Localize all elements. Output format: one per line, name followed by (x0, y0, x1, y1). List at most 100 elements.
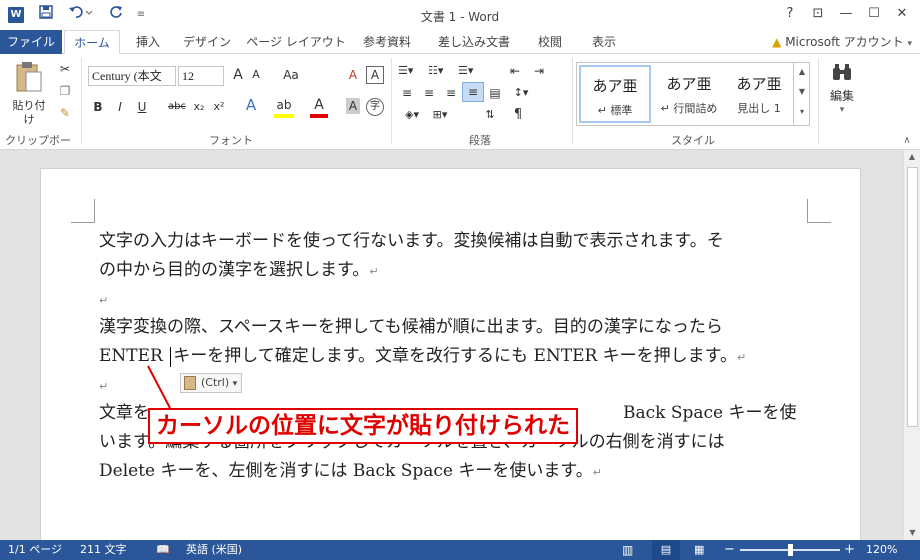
help-button[interactable]: ? (778, 4, 802, 24)
scroll-thumb[interactable] (907, 167, 918, 427)
bullets-icon[interactable]: ☰▾ (398, 62, 424, 80)
justify-icon[interactable]: ≡ (462, 82, 484, 102)
highlight-button[interactable]: ab (274, 96, 294, 118)
distribute-icon[interactable]: ▤ (486, 84, 504, 102)
editing-button[interactable]: 編集 ▾ (826, 62, 858, 122)
text-effects-button[interactable]: A (242, 96, 260, 114)
style-sample: あア亜 (592, 77, 638, 95)
strikethrough-button[interactable]: abc (166, 98, 188, 116)
italic-button[interactable]: I (112, 98, 128, 116)
ribbon-separator (391, 58, 392, 144)
proofing-icon[interactable]: 📖 (156, 540, 170, 560)
bold-button[interactable]: B (90, 98, 106, 116)
status-bar: 1/1 ページ 211 文字 📖 英語 (米国) ▥ ▤ ▦ − + 120% (0, 540, 920, 560)
scroll-down-icon[interactable]: ▼ (904, 526, 920, 540)
document-page[interactable]: 文字の入力はキーボードを使って行ないます。変換候補は自動で表示されます。そ の中… (40, 168, 861, 548)
text-run: ソルの右側を消すには (554, 432, 725, 452)
numbering-icon[interactable]: ☷▾ (428, 62, 454, 80)
styles-gallery-scroll[interactable]: ▲ ▼ ▾ (793, 62, 810, 126)
read-mode-icon[interactable]: ▥ (622, 540, 633, 560)
multilevel-list-icon[interactable]: ☰▾ (458, 62, 484, 80)
group-label-font: フォント (209, 134, 253, 147)
increase-indent-icon[interactable]: ⇥ (530, 62, 548, 80)
print-layout-icon[interactable]: ▤ (652, 540, 680, 560)
text-line: Delete キーを、左側を消すには Back Space キーを使います。↵ (99, 457, 809, 487)
paste-label: 貼り付け (12, 99, 46, 126)
align-left-icon[interactable]: ≡ (398, 84, 416, 102)
line-spacing-icon[interactable]: ↕▾ (510, 84, 532, 102)
tab-file[interactable]: ファイル (0, 30, 62, 54)
underline-button[interactable]: U (134, 98, 150, 116)
style-item[interactable]: あア亜 ↵ 標準 (579, 65, 651, 123)
shrink-font-button[interactable]: A (248, 66, 264, 84)
margin-corner-mark (807, 199, 831, 223)
clear-format-button[interactable]: A (344, 66, 362, 84)
style-item[interactable]: あア亜 見出し 1 (723, 65, 795, 123)
warning-icon: ▲ (772, 35, 782, 49)
language-indicator[interactable]: 英語 (米国) (186, 540, 242, 560)
minimize-button[interactable]: — (834, 4, 858, 24)
zoom-out-button[interactable]: − (724, 540, 735, 560)
text-run: の中から目的の漢字を選択します。 (99, 260, 370, 280)
shading-icon[interactable]: ◈▾ (400, 106, 424, 124)
tab-design[interactable]: デザイン (178, 30, 236, 54)
close-button[interactable]: ✕ (890, 4, 914, 24)
tab-review[interactable]: 校閲 (528, 30, 572, 54)
format-painter-icon[interactable]: ✎ (56, 104, 74, 122)
enclosed-char-button[interactable]: 字 (366, 98, 384, 116)
paragraph-mark: ↵ (736, 351, 747, 364)
vertical-scrollbar[interactable]: ▲ ▼ (903, 150, 920, 540)
char-border-button[interactable]: A (366, 66, 384, 84)
paragraph-mark: ↵ (99, 294, 109, 307)
paste-options-button[interactable]: (Ctrl) ▾ (180, 373, 242, 393)
maximize-button[interactable]: ☐ (862, 4, 886, 24)
paste-button[interactable]: 貼り付け (8, 60, 50, 126)
editing-label: 編集 (829, 89, 854, 103)
tab-insert[interactable]: 挿入 (126, 30, 170, 54)
tab-mailings[interactable]: 差し込み文書 (430, 30, 518, 54)
chevron-up-icon[interactable]: ▲ (794, 62, 810, 82)
scroll-up-icon[interactable]: ▲ (904, 150, 920, 164)
decrease-indent-icon[interactable]: ⇤ (506, 62, 524, 80)
grow-font-button[interactable]: A (230, 66, 246, 84)
show-marks-icon[interactable]: ¶ (508, 106, 528, 124)
change-case-button[interactable]: Aa (280, 66, 302, 84)
zoom-level[interactable]: 120% (866, 540, 897, 560)
superscript-button[interactable]: x² (210, 98, 228, 116)
tab-home[interactable]: ホーム (64, 30, 120, 55)
chevron-down-icon: ▾ (907, 39, 912, 49)
subscript-button[interactable]: x₂ (190, 98, 208, 116)
borders-icon[interactable]: ⊞▾ (428, 106, 452, 124)
zoom-in-button[interactable]: + (844, 540, 855, 560)
tab-view[interactable]: 表示 (582, 30, 626, 54)
paragraph-2: ↵ (99, 285, 809, 315)
zoom-slider-thumb[interactable] (788, 544, 793, 556)
account-button[interactable]: ▲ Microsoft アカウント ▾ (772, 30, 912, 54)
text-line: の中から目的の漢字を選択します。↵ (99, 256, 809, 286)
cut-icon[interactable]: ✂ (56, 60, 74, 78)
ribbon-separator (818, 58, 819, 144)
sort-icon[interactable]: ⇅ (478, 106, 502, 124)
ribbon-display-button[interactable]: ⊡ (806, 4, 830, 24)
web-layout-icon[interactable]: ▦ (694, 540, 704, 560)
account-label: Microsoft アカウント (785, 35, 904, 49)
copy-icon[interactable]: ❐ (56, 82, 74, 100)
char-shade-button[interactable]: A (346, 98, 360, 114)
tab-page-layout[interactable]: ページ レイアウト (246, 30, 346, 54)
font-color-button[interactable]: A (310, 96, 328, 118)
font-name-select[interactable]: Century (本文 (88, 66, 176, 86)
font-size-select[interactable]: 12 (178, 66, 224, 86)
paragraph-mark: ↵ (99, 380, 109, 393)
tab-references[interactable]: 参考資料 (356, 30, 418, 54)
align-center-icon[interactable]: ≡ (420, 84, 438, 102)
style-item[interactable]: あア亜 ↵ 行間詰め (653, 65, 725, 123)
more-icon[interactable]: ▾ (794, 102, 810, 122)
page-count[interactable]: 1/1 ページ (8, 540, 62, 560)
collapse-ribbon-icon[interactable]: ∧ (900, 132, 914, 150)
chevron-down-icon[interactable]: ▼ (794, 82, 810, 102)
paragraph-1: 文字の入力はキーボードを使って行ないます。変換候補は自動で表示されます。そ の中… (99, 227, 809, 286)
margin-corner-mark (71, 199, 95, 223)
word-count[interactable]: 211 文字 (80, 540, 127, 560)
align-right-icon[interactable]: ≡ (442, 84, 460, 102)
style-name: 見出し 1 (737, 102, 781, 115)
